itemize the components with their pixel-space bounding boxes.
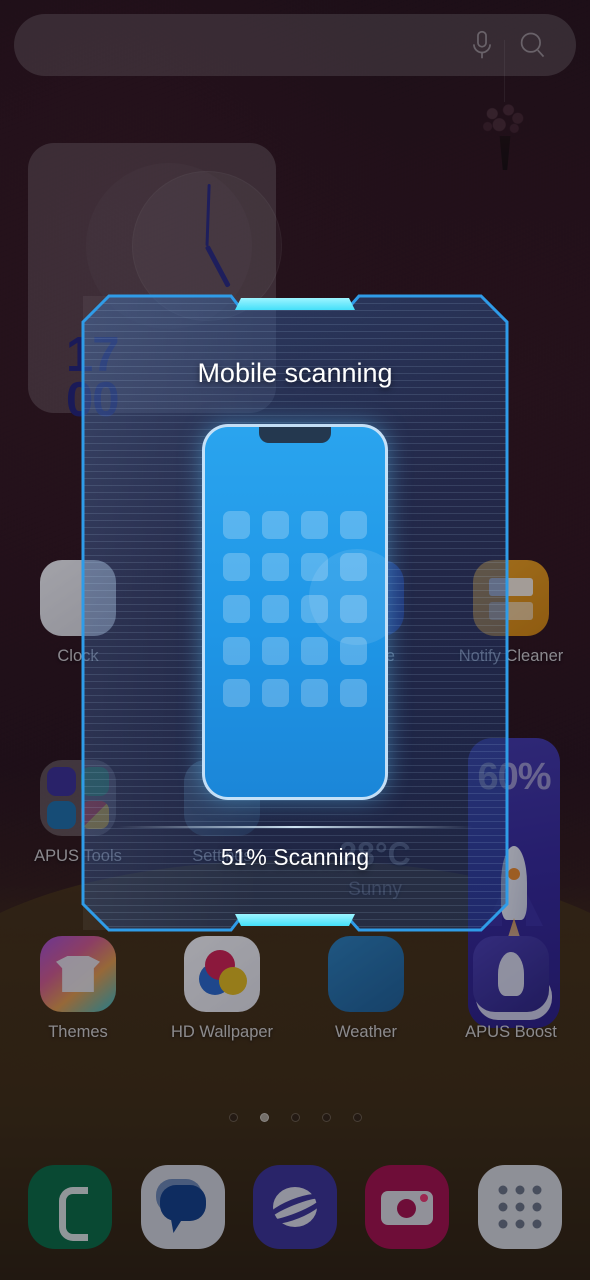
scan-dialog-title: Mobile scanning — [197, 358, 393, 388]
scan-divider — [117, 826, 473, 828]
mobile-scanning-dialog: Mobile scanning 51% Scanning — [81, 294, 509, 932]
home-screen: 17 00 Clock Storage Notify Cleaner APUS … — [0, 0, 590, 1280]
phone-scan-illustration — [202, 424, 388, 800]
phone-illustration-app-grid — [223, 511, 367, 707]
scan-status-text: 51% Scanning — [220, 844, 370, 870]
scan-top-accent-tab — [235, 298, 355, 310]
phone-illustration-notch — [259, 427, 331, 443]
scan-bottom-accent-tab — [235, 914, 355, 926]
